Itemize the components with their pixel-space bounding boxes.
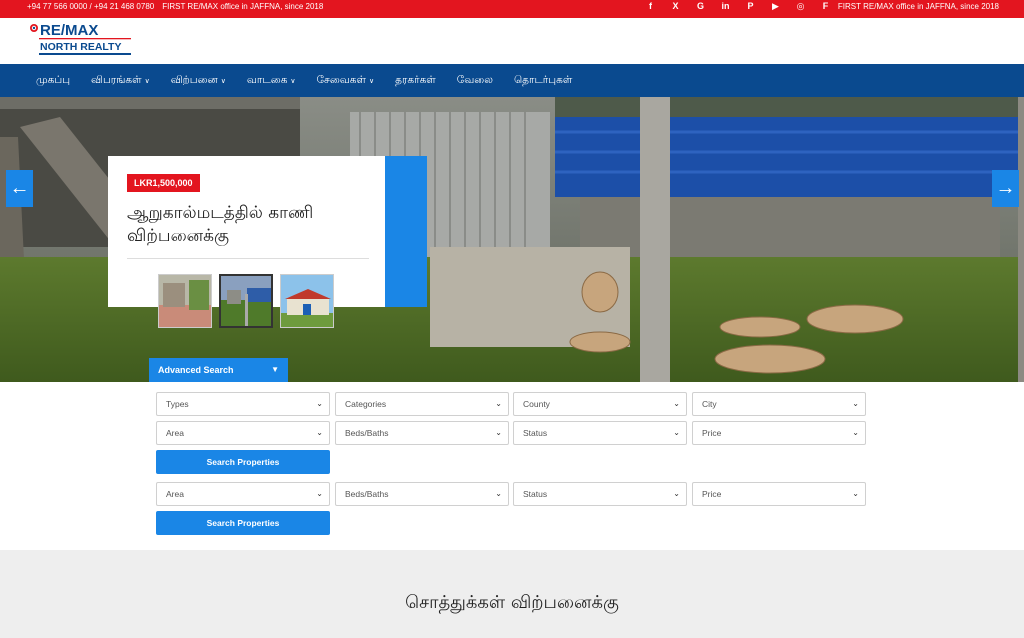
chevron-down-icon: ⌄ xyxy=(852,399,859,408)
property-thumbnail[interactable] xyxy=(280,274,334,328)
nav-item-label: தரகர்கள் xyxy=(395,74,436,86)
city-select[interactable]: City ⌄ xyxy=(692,392,866,416)
advanced-search-toggle[interactable]: Advanced Search ▼ xyxy=(149,358,288,382)
chevron-down-icon: ⌄ xyxy=(673,399,680,408)
nav-item-label: சேவைகள் xyxy=(316,74,366,86)
arrow-right-icon: → xyxy=(995,177,1016,199)
social-links: f X G in P ▶ ◎ F xyxy=(638,1,838,12)
chevron-down-icon: ⌄ xyxy=(316,399,323,408)
price-badge: LKR1,500,000 xyxy=(127,174,200,192)
phone-numbers[interactable]: +94 77 566 0000 / +94 21 468 0780 xyxy=(27,2,154,11)
tagline-right: FIRST RE/MAX office in JAFFNA, since 201… xyxy=(837,2,999,11)
price-select[interactable]: Price ⌄ xyxy=(692,482,866,506)
property-thumbnail[interactable] xyxy=(158,274,212,328)
select-value: County xyxy=(523,399,550,409)
property-title[interactable]: ஆறுகால்மடத்தில் காணி விற்பனைக்கு xyxy=(127,202,377,248)
search-properties-button[interactable]: Search Properties xyxy=(156,450,330,474)
google-icon[interactable]: G xyxy=(688,1,713,12)
facebook-icon[interactable]: f xyxy=(638,1,663,12)
chevron-down-icon: ⌄ xyxy=(316,489,323,498)
pinterest-icon[interactable]: P xyxy=(738,1,763,12)
select-value: Price xyxy=(702,489,722,499)
area-select[interactable]: Area ⌄ xyxy=(156,482,330,506)
chevron-down-icon: ∨ xyxy=(220,77,226,85)
nav-item[interactable]: விற்பனை ∨ xyxy=(171,74,226,87)
chevron-down-icon: ∨ xyxy=(144,77,150,85)
nav-item-label: முகப்பு xyxy=(36,74,71,86)
x-twitter-icon[interactable]: X xyxy=(663,1,688,12)
slider-prev-button[interactable]: ← xyxy=(6,170,33,207)
chevron-down-icon: ⌄ xyxy=(673,428,680,437)
select-value: Types xyxy=(166,399,189,409)
nav-item-label: தொடர்புகள் xyxy=(513,74,573,86)
chevron-down-icon: ⌄ xyxy=(852,428,859,437)
search-form xyxy=(0,382,1024,550)
status-select[interactable]: Status ⌄ xyxy=(513,421,687,445)
chevron-down-icon: ⌄ xyxy=(316,428,323,437)
beds-baths-select[interactable]: Beds/Baths ⌄ xyxy=(335,421,509,445)
select-value: Beds/Baths xyxy=(345,428,389,438)
caret-down-icon: ▼ xyxy=(271,365,279,374)
nav-item[interactable]: வாடகை ∨ xyxy=(247,74,296,87)
chevron-down-icon: ⌄ xyxy=(673,489,680,498)
select-value: Area xyxy=(166,489,184,499)
nav-item-label: வாடகை xyxy=(246,74,288,86)
select-value: Area xyxy=(166,428,184,438)
nav-item[interactable]: வேலை xyxy=(457,74,493,87)
logo-text-top: RE/MAX xyxy=(40,22,98,39)
site-header: RE/MAX NORTH REALTY xyxy=(0,18,1024,64)
beds-baths-select[interactable]: Beds/Baths ⌄ xyxy=(335,482,509,506)
linkedin-icon[interactable]: in xyxy=(713,1,738,12)
select-value: Price xyxy=(702,428,722,438)
slider-next-button[interactable]: → xyxy=(992,170,1019,207)
chevron-down-icon: ∨ xyxy=(369,77,375,85)
top-bar: +94 77 566 0000 / +94 21 468 0780 FIRST … xyxy=(0,0,1024,18)
chevron-down-icon: ⌄ xyxy=(495,428,502,437)
chevron-down-icon: ∨ xyxy=(290,77,296,85)
select-value: Status xyxy=(523,489,548,499)
main-nav: முகப்பு விபரங்கள் ∨ விற்பனை ∨ வாடகை ∨ சேவைகள் ∨ த… xyxy=(0,64,1024,97)
chevron-down-icon: ⌄ xyxy=(495,489,502,498)
arrow-left-icon: ← xyxy=(9,177,30,199)
chevron-down-icon: ⌄ xyxy=(852,489,859,498)
remax-logo[interactable]: RE/MAX NORTH REALTY xyxy=(29,20,131,60)
types-select[interactable]: Types ⌄ xyxy=(156,392,330,416)
nav-item-label: வேலை xyxy=(456,74,493,86)
nav-item[interactable]: சேவைகள் ∨ xyxy=(317,74,375,87)
county-select[interactable]: County ⌄ xyxy=(513,392,687,416)
categories-select[interactable]: Categories ⌄ xyxy=(335,392,509,416)
advanced-search-label: Advanced Search xyxy=(158,365,234,375)
logo-text-bottom: NORTH REALTY xyxy=(40,41,121,53)
area-select[interactable]: Area ⌄ xyxy=(156,421,330,445)
nav-item-label: விபரங்கள் xyxy=(91,74,142,86)
chevron-down-icon: ⌄ xyxy=(495,399,502,408)
select-value: Status xyxy=(523,428,548,438)
instagram-icon[interactable]: ◎ xyxy=(788,1,813,12)
youtube-icon[interactable]: ▶ xyxy=(763,1,788,12)
card-divider xyxy=(127,258,369,259)
property-thumbnail[interactable] xyxy=(219,274,273,328)
contact-info: +94 77 566 0000 / +94 21 468 0780 FIRST … xyxy=(27,2,323,11)
price-select[interactable]: Price ⌄ xyxy=(692,421,866,445)
nav-item[interactable]: தொடர்புகள் xyxy=(514,74,572,87)
status-select[interactable]: Status ⌄ xyxy=(513,482,687,506)
nav-item-label: விற்பனை xyxy=(170,74,218,86)
select-value: Categories xyxy=(345,399,387,409)
card-accent-bar xyxy=(385,156,427,307)
foursquare-icon[interactable]: F xyxy=(813,1,838,12)
nav-item[interactable]: முகப்பு xyxy=(36,74,70,87)
section-title: சொத்துக்கள் விற்பனைக்கு xyxy=(405,592,619,613)
search-properties-button[interactable]: Search Properties xyxy=(156,511,330,535)
tagline-left: FIRST RE/MAX office in JAFFNA, since 201… xyxy=(162,2,324,11)
nav-item[interactable]: விபரங்கள் ∨ xyxy=(91,74,150,87)
select-value: Beds/Baths xyxy=(345,489,389,499)
nav-item[interactable]: தரகர்கள் xyxy=(395,74,436,87)
select-value: City xyxy=(702,399,717,409)
